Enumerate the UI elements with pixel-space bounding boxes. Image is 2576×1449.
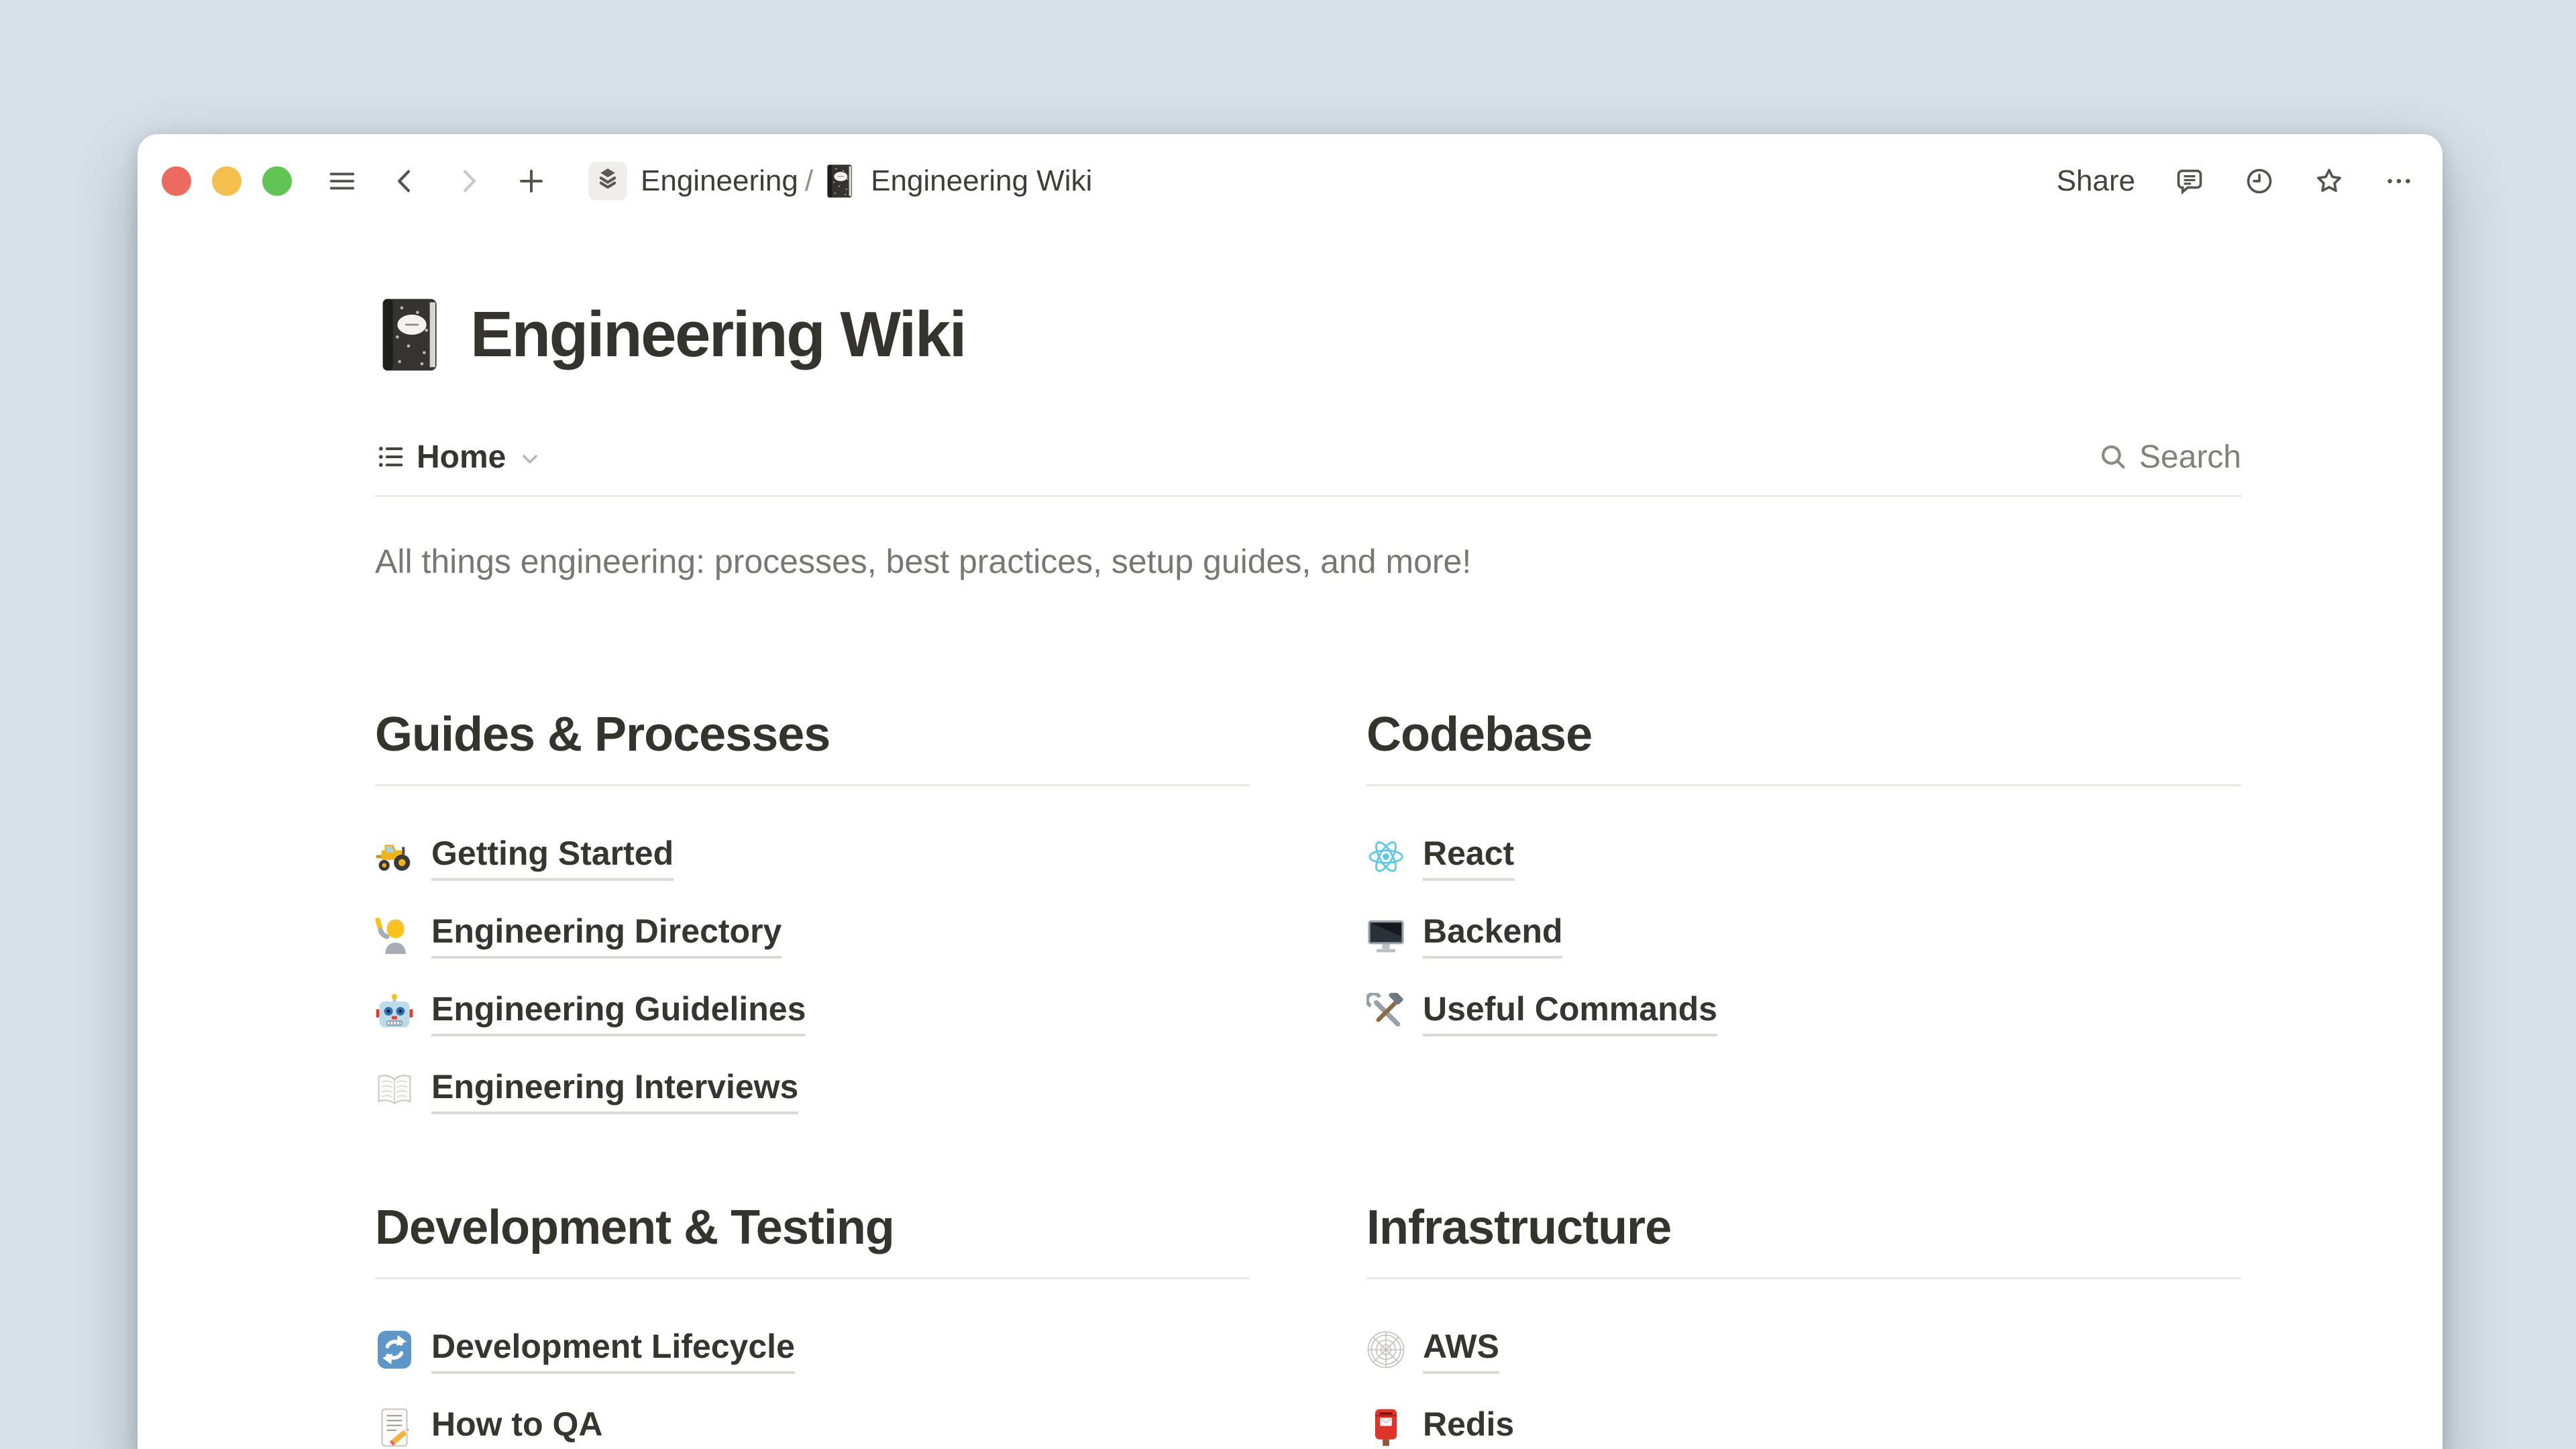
open-book-icon xyxy=(375,1071,414,1110)
page-link-row[interactable]: Redis xyxy=(1366,1403,2241,1449)
app-window: Engineering / Engineering Wiki Share Eng… xyxy=(138,134,2443,1449)
section-items: Getting Started Engineering Directory En… xyxy=(375,786,1250,1115)
page-link[interactable]: How to QA xyxy=(431,1403,603,1449)
bulleted-list-icon xyxy=(375,441,406,472)
page-link-row[interactable]: Development Lifecycle xyxy=(375,1325,1250,1375)
page-link[interactable]: Useful Commands xyxy=(1423,988,1717,1036)
chevron-right-icon xyxy=(453,166,484,197)
section-heading: Development & Testing xyxy=(375,1201,1250,1279)
search-button[interactable]: Search xyxy=(2098,439,2241,476)
page-description: All things engineering: processes, best … xyxy=(375,540,2241,583)
spider-web-icon xyxy=(1366,1330,1405,1369)
tab-divider xyxy=(375,495,2241,497)
wiki-section: Codebase React Backend Useful Commands xyxy=(1366,708,2241,1143)
search-label: Search xyxy=(2139,439,2241,476)
page-link[interactable]: Engineering Directory xyxy=(431,910,782,959)
page-link[interactable]: AWS xyxy=(1423,1326,1499,1374)
minimize-button[interactable] xyxy=(212,166,241,196)
close-button[interactable] xyxy=(162,166,191,196)
page-link-row[interactable]: AWS xyxy=(1366,1325,2241,1375)
page-title-row: Engineering Wiki xyxy=(375,297,2241,373)
breadcrumb-teamspace[interactable]: Engineering xyxy=(641,164,798,198)
breadcrumb-current-page[interactable]: Engineering Wiki xyxy=(871,164,1092,198)
forward-button[interactable] xyxy=(453,166,484,197)
desktop: Engineering / Engineering Wiki Share Eng… xyxy=(0,0,2576,1449)
page-link[interactable]: Backend xyxy=(1423,910,1562,959)
page-link-row[interactable]: Engineering Directory xyxy=(375,910,1250,959)
page-link[interactable]: Engineering Interviews xyxy=(431,1066,798,1114)
clock-icon xyxy=(2244,166,2275,197)
robot-icon xyxy=(375,993,414,1032)
page-link-row[interactable]: How to QA xyxy=(375,1403,1250,1449)
favorite-button[interactable] xyxy=(2314,166,2345,197)
notebook-icon xyxy=(824,164,855,199)
back-button[interactable] xyxy=(390,166,421,197)
view-tab-home[interactable]: Home xyxy=(375,439,543,476)
search-icon xyxy=(2098,441,2129,472)
view-tab-label: Home xyxy=(417,439,506,476)
traffic-lights xyxy=(162,166,292,196)
notebook-icon[interactable] xyxy=(375,297,442,373)
share-button[interactable]: Share xyxy=(2057,164,2135,198)
page-link[interactable]: React xyxy=(1423,833,1514,881)
breadcrumb: Engineering / Engineering Wiki xyxy=(588,162,1092,201)
page-link[interactable]: Redis xyxy=(1423,1403,1514,1449)
comments-button[interactable] xyxy=(2174,166,2205,197)
arrows-cycle-icon xyxy=(375,1330,414,1369)
chevron-down-icon xyxy=(517,445,543,472)
page-link[interactable]: Engineering Guidelines xyxy=(431,988,806,1036)
react-icon xyxy=(1366,837,1405,876)
wiki-section: Development & Testing Development Lifecy… xyxy=(375,1201,1250,1449)
page-link[interactable]: Development Lifecycle xyxy=(431,1326,795,1374)
new-page-button[interactable] xyxy=(516,166,547,197)
page-link-row[interactable]: Engineering Interviews xyxy=(375,1065,1250,1115)
tractor-icon xyxy=(375,837,414,876)
page-link-row[interactable]: React xyxy=(1366,832,2241,881)
section-heading: Guides & Processes xyxy=(375,708,1250,786)
section-items: AWS Redis xyxy=(1366,1279,2241,1449)
section-items: Development Lifecycle How to QA xyxy=(375,1279,1250,1449)
more-button[interactable] xyxy=(2383,166,2414,197)
postbox-icon xyxy=(1366,1408,1405,1447)
sections-grid: Guides & Processes Getting Started Engin… xyxy=(375,708,2241,1449)
chevron-left-icon xyxy=(390,166,421,197)
page-link-row[interactable]: Useful Commands xyxy=(1366,987,2241,1037)
stack-icon xyxy=(595,164,621,198)
breadcrumb-separator: / xyxy=(805,164,813,198)
section-heading: Infrastructure xyxy=(1366,1201,2241,1279)
zoom-button[interactable] xyxy=(262,166,292,196)
wiki-section: Guides & Processes Getting Started Engin… xyxy=(375,708,1250,1143)
sidebar-toggle-button[interactable] xyxy=(327,166,358,197)
page-link-row[interactable]: Backend xyxy=(1366,910,2241,959)
wiki-section: Infrastructure AWS Redis xyxy=(1366,1201,2241,1449)
hammer-wrench-icon xyxy=(1366,993,1405,1032)
toolbar-actions: Share xyxy=(2057,164,2414,198)
person-raising-hand-icon xyxy=(375,915,414,954)
page-title: Engineering Wiki xyxy=(470,297,965,373)
page-link[interactable]: Getting Started xyxy=(431,833,674,881)
page-link-row[interactable]: Getting Started xyxy=(375,832,1250,881)
comment-icon xyxy=(2174,166,2205,197)
desktop-computer-icon xyxy=(1366,915,1405,954)
teamspace-icon[interactable] xyxy=(588,162,627,201)
star-icon xyxy=(2314,166,2345,197)
view-tab-bar: Home Search xyxy=(375,436,2241,478)
updates-button[interactable] xyxy=(2244,166,2275,197)
page-content: Engineering Wiki Home Search All things … xyxy=(375,297,2241,1449)
memo-icon xyxy=(375,1408,414,1447)
page-link-row[interactable]: Engineering Guidelines xyxy=(375,987,1250,1037)
window-toolbar: Engineering / Engineering Wiki Share xyxy=(138,134,2443,228)
section-items: React Backend Useful Commands xyxy=(1366,786,2241,1037)
ellipsis-icon xyxy=(2383,166,2414,197)
hamburger-icon xyxy=(327,166,358,197)
section-heading: Codebase xyxy=(1366,708,2241,786)
plus-icon xyxy=(516,166,547,197)
